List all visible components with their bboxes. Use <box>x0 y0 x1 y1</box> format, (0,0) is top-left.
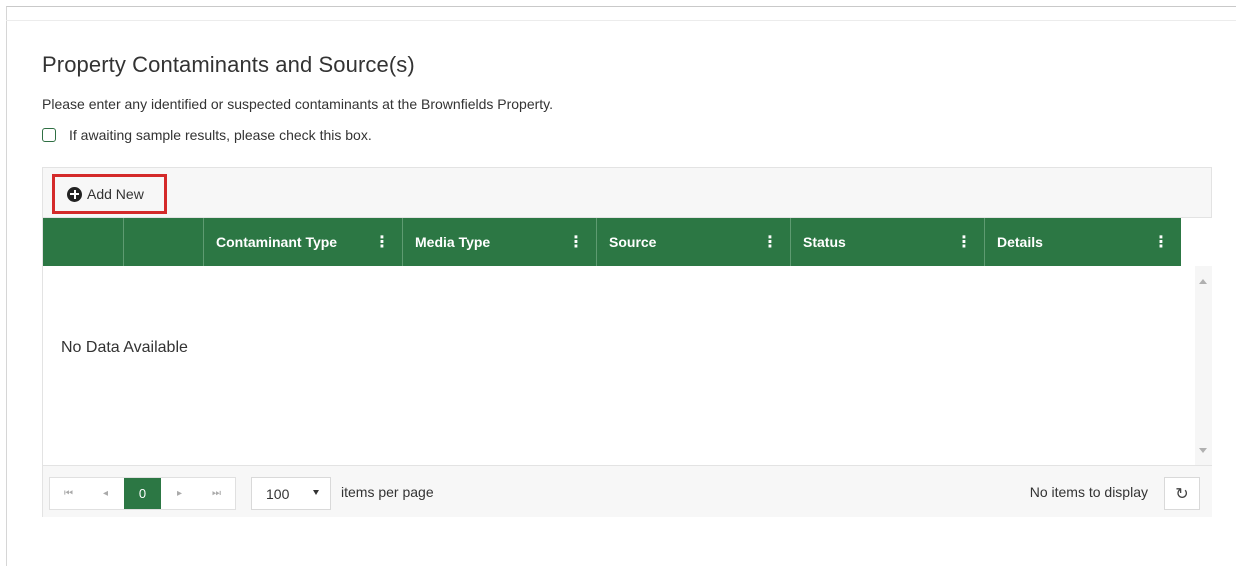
grid-pager: ⏮ ◂ 0 ▸ ⏭ 100 items per page No items to… <box>43 465 1212 517</box>
column-header-source[interactable]: Source ⋮ <box>597 218 791 266</box>
column-header-details[interactable]: Details ⋮ <box>985 218 1181 266</box>
scroll-down-icon[interactable] <box>1199 448 1207 453</box>
column-label-contaminant-type: Contaminant Type <box>216 234 338 250</box>
next-page-icon[interactable]: ▸ <box>161 478 198 509</box>
column-menu-icon[interactable]: ⋮ <box>762 232 778 252</box>
pager-status: No items to display <box>1029 484 1148 500</box>
column-label-media-type: Media Type <box>415 234 491 250</box>
page-size-select[interactable]: 100 <box>251 477 331 510</box>
last-page-icon[interactable]: ⏭ <box>198 478 235 509</box>
awaiting-results-checkbox[interactable] <box>42 128 56 142</box>
items-per-page-label: items per page <box>341 484 434 500</box>
awaiting-results-row[interactable]: If awaiting sample results, please check… <box>42 127 372 143</box>
column-label-status: Status <box>803 234 846 250</box>
header-scroll-spacer <box>1181 218 1212 266</box>
column-menu-icon[interactable]: ⋮ <box>1153 232 1169 252</box>
grid-body: No Data Available <box>43 266 1212 465</box>
contaminants-grid: Add New Contaminant Type ⋮ Media Type ⋮ … <box>42 167 1212 517</box>
column-header-status[interactable]: Status ⋮ <box>791 218 985 266</box>
current-page-button[interactable]: 0 <box>124 478 161 509</box>
column-menu-icon[interactable]: ⋮ <box>568 232 584 252</box>
page-size-value: 100 <box>266 485 290 502</box>
section-title: Property Contaminants and Source(s) <box>42 52 415 77</box>
awaiting-results-label: If awaiting sample results, please check… <box>69 127 372 143</box>
add-new-label: Add New <box>87 186 144 202</box>
plus-circle-icon <box>67 186 82 202</box>
column-menu-icon[interactable]: ⋮ <box>374 232 390 252</box>
add-new-button[interactable]: Add New <box>52 174 167 214</box>
column-menu-icon[interactable]: ⋮ <box>956 232 972 252</box>
divider <box>6 20 1236 21</box>
chevron-down-icon <box>313 490 319 495</box>
column-header-select <box>43 218 124 266</box>
column-label-details: Details <box>997 234 1043 250</box>
refresh-icon: ↻ <box>1175 485 1189 503</box>
prev-page-icon[interactable]: ◂ <box>87 478 124 509</box>
column-header-actions <box>124 218 204 266</box>
grid-header: Contaminant Type ⋮ Media Type ⋮ Source ⋮… <box>43 218 1181 266</box>
column-header-media-type[interactable]: Media Type ⋮ <box>403 218 597 266</box>
scroll-up-icon[interactable] <box>1199 279 1207 284</box>
grid-toolbar: Add New <box>43 168 1211 218</box>
refresh-button[interactable]: ↻ <box>1164 477 1200 510</box>
column-label-source: Source <box>609 234 657 250</box>
pager-buttons: ⏮ ◂ 0 ▸ ⏭ <box>49 477 236 510</box>
section-description: Please enter any identified or suspected… <box>42 96 554 112</box>
no-data-message: No Data Available <box>61 339 188 356</box>
column-header-contaminant-type[interactable]: Contaminant Type ⋮ <box>204 218 403 266</box>
vertical-scrollbar[interactable] <box>1195 266 1212 465</box>
first-page-icon[interactable]: ⏮ <box>50 478 87 509</box>
